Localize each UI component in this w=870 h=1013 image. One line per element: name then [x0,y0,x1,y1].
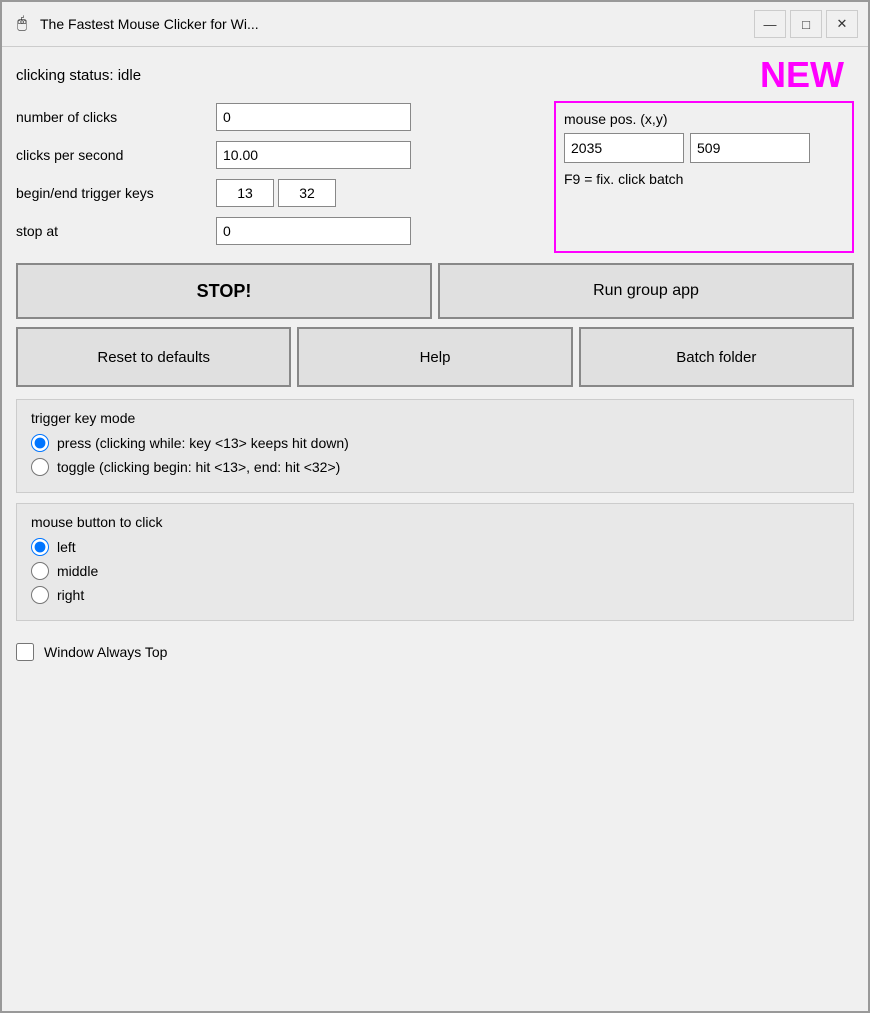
fix-click-label: F9 = fix. click batch [564,171,844,187]
batch-folder-button[interactable]: Batch folder [579,327,854,387]
mouse-right-radio[interactable] [31,586,49,604]
run-group-button[interactable]: Run group app [438,263,854,319]
stop-button[interactable]: STOP! [16,263,432,319]
trigger-press-label: press (clicking while: key <13> keeps hi… [57,435,349,451]
mouse-middle-radio[interactable] [31,562,49,580]
trigger-key-mode-title: trigger key mode [31,410,839,426]
trigger-keys-label: begin/end trigger keys [16,185,216,201]
clicks-per-sec-row: clicks per second [16,139,544,171]
reset-button[interactable]: Reset to defaults [16,327,291,387]
close-button[interactable]: ✕ [826,10,858,38]
clicks-per-sec-input[interactable] [216,141,411,169]
left-panel: number of clicks clicks per second begin… [16,101,544,253]
main-grid: number of clicks clicks per second begin… [16,101,854,253]
mouse-y-input[interactable] [690,133,810,163]
mouse-button-title: mouse button to click [31,514,839,530]
window-controls: — □ ✕ [754,10,858,38]
new-badge: NEW [760,57,854,93]
button-row-2: Reset to defaults Help Batch folder [16,327,854,387]
clicks-per-sec-label: clicks per second [16,147,216,163]
help-button[interactable]: Help [297,327,572,387]
minimize-button[interactable]: — [754,10,786,38]
num-clicks-row: number of clicks [16,101,544,133]
mouse-middle-row: middle [31,562,839,580]
status-row: clicking status: idle NEW [16,57,854,93]
trigger-inputs [216,179,336,207]
mouse-x-input[interactable] [564,133,684,163]
mouse-pos-panel: mouse pos. (x,y) F9 = fix. click batch [554,101,854,253]
mouse-button-section: mouse button to click left middle right [16,503,854,621]
window-title: The Fastest Mouse Clicker for Wi... [40,16,754,32]
mouse-right-row: right [31,586,839,604]
always-top-label: Window Always Top [44,644,167,660]
stop-at-input[interactable] [216,217,411,245]
mouse-left-radio[interactable] [31,538,49,556]
trigger-toggle-radio[interactable] [31,458,49,476]
trigger-press-row: press (clicking while: key <13> keeps hi… [31,434,839,452]
trigger-key-mode-section: trigger key mode press (clicking while: … [16,399,854,493]
always-top-checkbox[interactable] [16,643,34,661]
num-clicks-label: number of clicks [16,109,216,125]
status-label: clicking status: idle [16,67,141,84]
button-row-1: STOP! Run group app [16,263,854,319]
app-icon: 🖱 [12,14,32,34]
trigger-toggle-label: toggle (clicking begin: hit <13>, end: h… [57,459,340,475]
trigger-press-radio[interactable] [31,434,49,452]
trigger-key1-input[interactable] [216,179,274,207]
trigger-keys-row: begin/end trigger keys [16,177,544,209]
mouse-right-label: right [57,587,84,603]
num-clicks-input[interactable] [216,103,411,131]
mouse-pos-values [564,133,844,163]
mouse-left-label: left [57,539,76,555]
mouse-left-row: left [31,538,839,556]
stop-at-label: stop at [16,223,216,239]
maximize-button[interactable]: □ [790,10,822,38]
trigger-key2-input[interactable] [278,179,336,207]
trigger-toggle-row: toggle (clicking begin: hit <13>, end: h… [31,458,839,476]
title-bar: 🖱 The Fastest Mouse Clicker for Wi... — … [2,2,868,47]
content-area: clicking status: idle NEW number of clic… [2,47,868,1011]
stop-at-row: stop at [16,215,544,247]
mouse-pos-label: mouse pos. (x,y) [564,111,844,127]
mouse-middle-label: middle [57,563,98,579]
main-window: 🖱 The Fastest Mouse Clicker for Wi... — … [0,0,870,1013]
window-always-top-row: Window Always Top [16,631,854,667]
